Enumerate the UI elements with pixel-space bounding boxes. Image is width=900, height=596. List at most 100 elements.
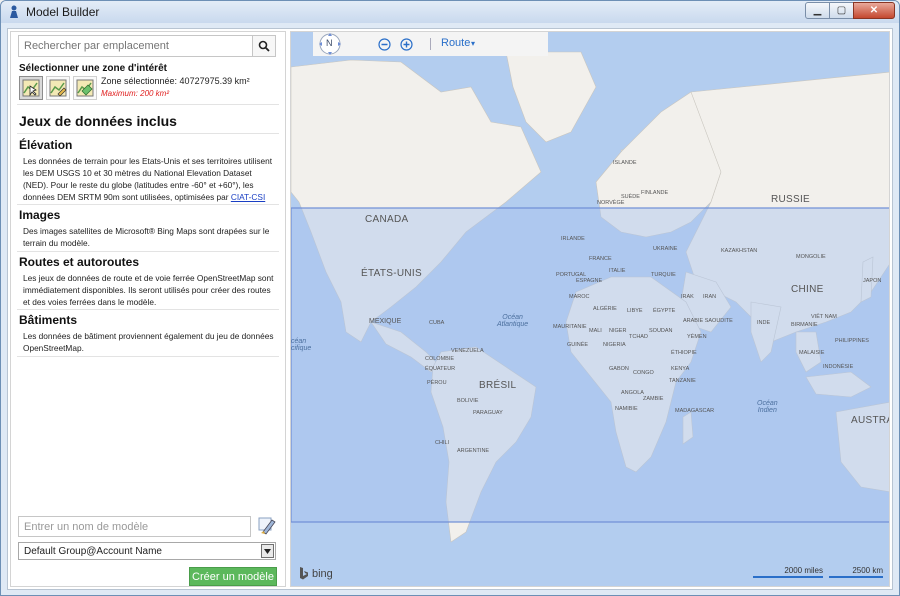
map-label-mauritanie: MAURITANIE (553, 324, 587, 330)
divider (17, 204, 279, 205)
edit-region-icon (49, 79, 67, 97)
map-label-yemen: YÉMEN (687, 334, 707, 340)
zoom-out-icon (377, 37, 391, 51)
map-label-mongolie: MONGOLIE (796, 254, 826, 260)
divider (17, 251, 279, 252)
divider (17, 309, 279, 310)
client-area: Sélectionner une zone d'intérêt Zone sél… (7, 28, 893, 590)
aoi-select-tool-button[interactable] (19, 76, 43, 100)
map-label-iran: IRAN (703, 294, 717, 300)
map-label-namibie: NAMIBIE (615, 406, 638, 412)
map-label-bolivie: BOLIVIE (457, 398, 479, 404)
map-style-dropdown[interactable]: Route (441, 37, 470, 49)
map-label-italie: ITALIE (609, 268, 626, 274)
zoom-in-button[interactable] (399, 37, 413, 51)
search-input[interactable] (19, 36, 252, 56)
pacific-line-1: céan (291, 338, 307, 345)
map-label-nigeria: NIGERIA (603, 342, 626, 348)
map-label-irlande: IRLANDE (561, 236, 585, 242)
indian-line-2: Indien (757, 407, 777, 414)
map-label-france: FRANCE (589, 256, 612, 262)
compass-label: N (326, 38, 333, 48)
map-label-kenya: KENYA (671, 366, 690, 372)
close-button[interactable]: ✕ (853, 2, 895, 19)
bing-logo: bing (299, 567, 333, 580)
model-name-input[interactable]: Entrer un nom de modèle (18, 516, 251, 537)
map-label-malaisie: MALAISIE (799, 350, 825, 356)
map-label-angola: ANGOLA (621, 390, 644, 396)
map-label-niger: NIGER (609, 328, 627, 334)
map-label-congo: CONGO (633, 370, 654, 376)
map-label-colombie: COLOMBIE (425, 356, 455, 362)
map-label-tchad: TCHAD (629, 334, 648, 340)
map-label-gabon: GABON (609, 366, 629, 372)
map-label-mali: MALI (589, 328, 602, 334)
map-label-zambie: ZAMBIE (643, 396, 664, 402)
map-label-libye: LIBYE (627, 308, 643, 314)
map-label-birmanie: BIRMANIE (791, 322, 818, 328)
atlantic-line-2: Atlantique (497, 321, 529, 328)
title-bar[interactable]: Model Builder ▁ ▢ ✕ (1, 1, 899, 23)
datasets-title: Jeux de données inclus (19, 113, 177, 129)
model-settings-button[interactable] (256, 515, 278, 537)
minimize-button[interactable]: ▁ (805, 2, 830, 19)
app-icon (7, 5, 21, 19)
compass-button[interactable]: N (315, 32, 345, 56)
map-label-guinee: GUINÉE (567, 342, 589, 348)
zoom-out-button[interactable] (377, 37, 391, 51)
map-label-equateur: ÉQUATEUR (425, 366, 456, 372)
map-label-russia: RUSSIE (771, 194, 811, 205)
atlantic-line-1: Océan (502, 314, 523, 321)
map-label-soudan: SOUDAN (649, 328, 673, 334)
app-window: Model Builder ▁ ▢ ✕ Sélectionner une zon… (0, 0, 900, 596)
map-label-canada: CANADA (365, 214, 409, 225)
map-label-madagascar: MADAGASCAR (675, 408, 715, 414)
map-label-algerie: ALGÉRIE (593, 306, 617, 312)
create-model-button[interactable]: Créer un modèle (189, 567, 277, 586)
search-button[interactable] (252, 36, 275, 56)
chevron-down-icon[interactable]: ▾ (471, 39, 475, 48)
map-label-pacific: céan cifique (291, 338, 311, 352)
window-controls: ▁ ▢ ✕ (805, 2, 895, 19)
map-label-chili: CHILI (435, 440, 450, 446)
indian-line-1: Océan (757, 400, 778, 407)
elevation-title: Élévation (19, 138, 73, 152)
maximize-button[interactable]: ▢ (829, 2, 854, 19)
minimize-icon: ▁ (813, 5, 822, 16)
ciat-csi-link[interactable]: CIAT-CSI (231, 192, 265, 202)
select-region-icon (22, 79, 40, 97)
zone-selected-text: Zone sélectionnée: 40727975.39 km² (101, 76, 250, 86)
map-label-indian: Océan Indien (757, 400, 778, 414)
map-label-paraguay: PARAGUAY (473, 410, 503, 416)
window-title: Model Builder (26, 5, 100, 19)
map-view[interactable]: RUSSIE CANADA ÉTATS-UNIS MEXIQUE BRÉSIL … (290, 31, 890, 587)
map-label-norvege: NORVÈGE (597, 200, 625, 206)
map-label-australia: AUSTRAL (851, 415, 889, 426)
group-select[interactable]: Default Group@Account Name (18, 542, 276, 560)
bing-icon (300, 567, 308, 580)
divider (17, 104, 279, 105)
map-label-kazakhstan: KAZAKHSTAN (721, 248, 758, 254)
map-label-irak: IRAK (681, 294, 694, 300)
map-label-espagne: ESPAGNE (576, 278, 603, 284)
map-label-finlande: FINLANDE (641, 190, 669, 196)
search-icon (258, 40, 270, 52)
aoi-edit-tool-button[interactable] (46, 76, 70, 100)
map-label-usa: ÉTATS-UNIS (361, 268, 422, 279)
map-label-ethiopie: ÉTHIOPIE (671, 350, 697, 356)
map-label-venezuela: VENEZUELA (451, 348, 484, 354)
aoi-toolbar (19, 76, 100, 100)
map-label-china: CHINE (791, 284, 824, 295)
aoi-draw-tool-button[interactable] (73, 76, 97, 100)
map-label-islande: ISLANDE (613, 160, 637, 166)
map-label-ukraine: UKRAINE (653, 246, 678, 252)
map-label-suede: SUÈDE (621, 194, 640, 200)
images-title: Images (19, 208, 61, 222)
pacific-line-2: cifique (291, 345, 312, 352)
dropdown-button[interactable] (261, 544, 274, 558)
map-label-vietnam: VIÊT NAM (811, 314, 837, 320)
buildings-title: Bâtiments (19, 313, 78, 327)
divider (17, 133, 279, 134)
aoi-title: Sélectionner une zone d'intérêt (19, 63, 167, 74)
map-label-arabie: ARABIE SAOUDITE (683, 318, 733, 324)
